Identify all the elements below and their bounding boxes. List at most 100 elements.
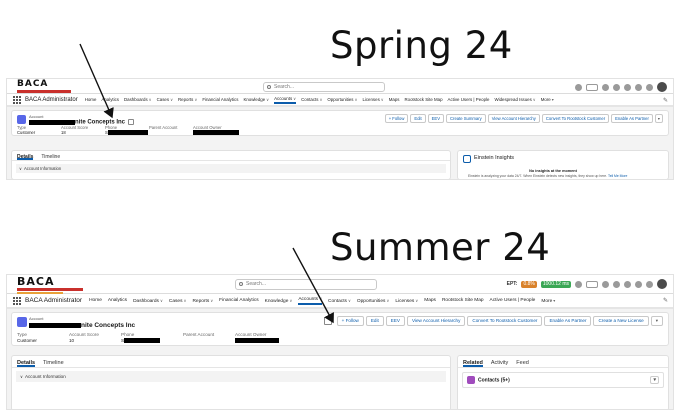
- setup-icon[interactable]: [613, 83, 620, 91]
- utility-icons: EPT: 0.8% 1000.12 ms: [507, 279, 667, 289]
- nav-item[interactable]: Reports∨: [192, 298, 213, 304]
- chevron-down-icon: ∨: [293, 95, 297, 101]
- tab-details[interactable]: Details: [17, 360, 36, 367]
- nav-item[interactable]: Maps: [389, 97, 400, 102]
- nav-item-accounts[interactable]: Accounts∨: [298, 296, 322, 305]
- nav-item[interactable]: Cases∨: [169, 298, 187, 304]
- app-name: BACA Administrator: [25, 96, 78, 103]
- create-license-button[interactable]: Create a New License: [593, 316, 649, 326]
- nav-item[interactable]: Home: [85, 97, 97, 102]
- help-icon[interactable]: [624, 83, 631, 91]
- edit-button[interactable]: Edit: [410, 114, 426, 123]
- favorites-icon[interactable]: [586, 83, 598, 91]
- gear-icon[interactable]: [635, 83, 642, 91]
- help-icon[interactable]: [624, 280, 631, 288]
- redaction: [235, 338, 279, 344]
- view-hierarchy-button[interactable]: View Account Hierarchy: [487, 114, 540, 123]
- nav-item[interactable]: Opportunities∨: [327, 97, 357, 102]
- nav-item-more[interactable]: More▾: [541, 298, 555, 304]
- tab-timeline[interactable]: Timeline: [41, 154, 60, 160]
- details-panel: Details Timeline ∨ Account Information: [11, 150, 451, 179]
- app-launcher-icon[interactable]: [13, 95, 21, 104]
- tab-related[interactable]: Related: [463, 360, 483, 367]
- bell-icon[interactable]: [646, 280, 653, 288]
- pencil-icon[interactable]: ✎: [663, 97, 668, 104]
- chevron-down-icon: ∨: [266, 97, 270, 102]
- create-summary-button[interactable]: Create Summary: [446, 114, 486, 123]
- follow-button[interactable]: + Follow: [384, 114, 409, 123]
- nav-item[interactable]: Reports∨: [178, 97, 197, 102]
- nav-item[interactable]: Contacts∨: [328, 298, 351, 304]
- nav-item[interactable]: Contacts∨: [301, 97, 322, 102]
- enable-partner-button[interactable]: Enable As Partner: [611, 114, 653, 123]
- more-actions-button[interactable]: ▾: [654, 114, 663, 123]
- global-search-input[interactable]: Search...: [235, 279, 377, 290]
- nav-item[interactable]: Dashboards∨: [124, 97, 152, 102]
- nav-item[interactable]: Opportunities∨: [357, 298, 389, 304]
- enable-partner-button[interactable]: Enable As Partner: [544, 316, 592, 326]
- nav-item[interactable]: Knowledge∨: [243, 97, 269, 102]
- spring-24-screenshot: BACA Search... BACA Administrator Home A…: [6, 78, 674, 180]
- pencil-icon[interactable]: ✎: [663, 297, 668, 304]
- nav-item[interactable]: Analytics: [108, 298, 127, 303]
- avatar[interactable]: [657, 279, 667, 289]
- summer-24-heading: Summer 24: [330, 226, 551, 269]
- add-icon[interactable]: [602, 83, 609, 91]
- nav-item[interactable]: Rootstock Site Map: [442, 298, 484, 303]
- app-launcher-icon[interactable]: [13, 296, 21, 305]
- eev-button[interactable]: EEV: [427, 114, 445, 123]
- chevron-down-icon: ∨: [170, 97, 173, 102]
- einstein-title: Einstein Insights: [474, 155, 515, 161]
- nav-item[interactable]: Maps: [424, 298, 436, 303]
- nav-item[interactable]: Cases∨: [157, 97, 173, 102]
- favorites-icon[interactable]: [586, 280, 598, 288]
- contacts-related-list[interactable]: Contacts (5+) ▾: [462, 372, 664, 388]
- edit-button[interactable]: Edit: [365, 316, 384, 326]
- account-information-section[interactable]: ∨ Account Information: [16, 371, 446, 382]
- eev-button[interactable]: EEV: [385, 316, 405, 326]
- nav-item[interactable]: Active Users | People: [448, 97, 490, 102]
- nav-item[interactable]: Financial Analytics: [202, 97, 238, 102]
- ept-label: EPT:: [506, 281, 518, 287]
- tell-me-more-link[interactable]: Tell Me More: [608, 174, 627, 178]
- nav-item[interactable]: Financial Analytics: [219, 298, 258, 303]
- bell-icon[interactable]: [646, 83, 653, 91]
- nav-item[interactable]: Licenses∨: [395, 298, 418, 304]
- tab-details[interactable]: Details: [17, 154, 34, 160]
- follow-button[interactable]: + Follow: [336, 316, 364, 326]
- nav-item[interactable]: Active Users | People: [490, 298, 536, 303]
- setup-icon[interactable]: [613, 280, 620, 288]
- nav-item[interactable]: Widespread Issues∨: [494, 97, 535, 102]
- chevron-down-icon: ∨: [386, 297, 390, 303]
- chevron-down-icon: ∨: [159, 297, 163, 303]
- account-information-section[interactable]: ∨ Account Information: [16, 164, 446, 173]
- utility-icons: [575, 82, 667, 92]
- add-icon[interactable]: [602, 280, 609, 288]
- nav-item[interactable]: Home: [89, 298, 102, 303]
- history-icon[interactable]: [575, 280, 582, 288]
- nav-item[interactable]: Rootstock Site Map: [404, 97, 442, 102]
- redaction: [193, 130, 239, 136]
- tab-feed[interactable]: Feed: [516, 360, 529, 367]
- gear-icon[interactable]: [635, 280, 642, 288]
- view-hierarchy-button[interactable]: View Account Hierarchy: [406, 316, 466, 326]
- tab-timeline[interactable]: Timeline: [43, 360, 64, 367]
- highlights-panel: Type Customer Account Score 18 Phone S Pare…: [17, 125, 239, 136]
- nav-item[interactable]: Knowledge∨: [265, 298, 293, 304]
- field-type: Type Customer: [17, 125, 36, 135]
- hierarchy-icon[interactable]: [323, 317, 332, 325]
- avatar[interactable]: [657, 82, 667, 92]
- nav-item-accounts[interactable]: Accounts∨: [274, 95, 297, 104]
- global-search-input[interactable]: Search...: [263, 82, 385, 92]
- nav-item[interactable]: Analytics: [101, 97, 119, 102]
- convert-rootstock-button[interactable]: Convert To Rootstock Customer: [467, 316, 543, 326]
- tab-activity[interactable]: Activity: [491, 360, 508, 367]
- nav-item[interactable]: Dashboards∨: [133, 298, 163, 304]
- chevron-down-icon[interactable]: ▾: [650, 376, 659, 384]
- nav-item[interactable]: Licenses∨: [362, 97, 383, 102]
- nav-item-more[interactable]: More▾: [541, 97, 554, 102]
- account-icon: [17, 317, 27, 327]
- convert-rootstock-button[interactable]: Convert To Rootstock Customer: [541, 114, 610, 123]
- more-actions-button[interactable]: ▾: [650, 316, 663, 326]
- history-icon[interactable]: [575, 83, 582, 91]
